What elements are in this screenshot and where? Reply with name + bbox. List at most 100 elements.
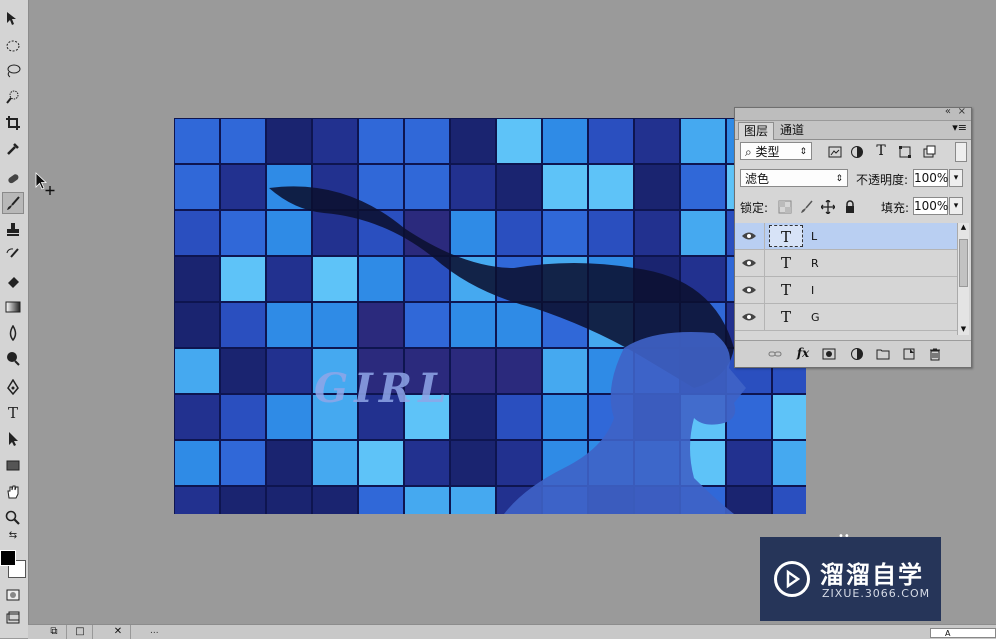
- move-tool-icon[interactable]: [2, 8, 24, 30]
- layer-name[interactable]: L: [811, 230, 817, 243]
- layer-name[interactable]: R: [811, 257, 819, 270]
- mosaic-tile: [267, 487, 311, 514]
- scroll-up-icon[interactable]: ▲: [958, 223, 969, 233]
- layer-row-r[interactable]: T R: [735, 250, 957, 277]
- layer-name[interactable]: G: [811, 311, 820, 324]
- mosaic-tile: [497, 349, 541, 393]
- tab-channels[interactable]: 通道: [775, 122, 809, 139]
- history-brush-tool-icon[interactable]: [2, 244, 24, 266]
- mosaic-tile: [589, 165, 633, 209]
- mosaic-tile: [267, 211, 311, 255]
- lock-transparent-icon[interactable]: [777, 199, 793, 215]
- layer-name[interactable]: I: [811, 284, 814, 297]
- lasso-tool-icon[interactable]: [2, 60, 24, 82]
- screen-mode-icon[interactable]: [2, 607, 24, 629]
- path-selection-tool-icon[interactable]: [2, 428, 24, 450]
- layers-scrollbar[interactable]: ▲ ▼: [957, 223, 969, 335]
- layer-row-g[interactable]: T G: [735, 304, 957, 331]
- zoom-tool-icon[interactable]: [2, 507, 24, 529]
- mosaic-tile: [267, 257, 311, 301]
- layer-row-l[interactable]: T L: [735, 223, 957, 250]
- filter-pixel-icon[interactable]: [827, 144, 843, 160]
- hand-tool-icon[interactable]: [2, 481, 24, 503]
- filter-kind-dropdown[interactable]: ⌕ 类型 ⇕: [740, 142, 812, 160]
- rectangle-tool-icon[interactable]: [2, 454, 24, 476]
- delete-layer-trash-icon[interactable]: [927, 346, 943, 362]
- filter-toggle-switch[interactable]: [955, 142, 967, 162]
- mosaic-tile: [175, 395, 219, 439]
- mosaic-tile: [359, 257, 403, 301]
- close-panel-icon[interactable]: ×: [958, 106, 966, 117]
- tab-layers[interactable]: 图层: [738, 122, 775, 140]
- scrollbar-thumb[interactable]: [959, 239, 968, 287]
- filter-smart-object-icon[interactable]: [921, 144, 937, 160]
- mosaic-tile: [267, 395, 311, 439]
- maximize-window-icon[interactable]: □: [68, 625, 93, 639]
- status-widget[interactable]: A: [930, 628, 996, 638]
- brush-tool-icon[interactable]: [2, 192, 24, 214]
- mosaic-tile: [543, 349, 587, 393]
- opacity-field[interactable]: 100%: [913, 169, 948, 187]
- clone-stamp-tool-icon[interactable]: [2, 218, 24, 240]
- blur-tool-icon[interactable]: [2, 322, 24, 344]
- document-canvas[interactable]: GIRL: [174, 118, 806, 514]
- mosaic-tile: [497, 303, 541, 347]
- new-adjustment-layer-icon[interactable]: [849, 346, 865, 362]
- blend-mode-value: 滤色: [745, 172, 770, 186]
- mosaic-tile: [221, 303, 265, 347]
- mosaic-tile: [267, 119, 311, 163]
- mosaic-tile: [451, 211, 495, 255]
- mosaic-tile: [313, 487, 357, 514]
- add-mask-icon[interactable]: [821, 346, 837, 362]
- dodge-tool-icon[interactable]: [2, 348, 24, 370]
- watermark-logo: 溜溜自学 ZIXUE.3066.COM: [760, 537, 941, 621]
- visibility-eye-icon[interactable]: [741, 256, 757, 270]
- crop-tool-icon[interactable]: [2, 112, 24, 134]
- fill-field[interactable]: 100%: [913, 197, 948, 215]
- scroll-down-icon[interactable]: ▼: [958, 325, 969, 335]
- collapse-panel-icon[interactable]: «: [945, 106, 951, 117]
- type-tool-icon[interactable]: T: [2, 402, 24, 424]
- restore-window-icon[interactable]: ⧉: [42, 625, 67, 639]
- lock-all-icon[interactable]: [842, 199, 858, 215]
- quick-selection-tool-icon[interactable]: [2, 86, 24, 108]
- pen-tool-icon[interactable]: [2, 376, 24, 398]
- mosaic-tile: [681, 165, 725, 209]
- filter-type-icon[interactable]: T: [873, 143, 889, 159]
- lock-image-pixels-icon[interactable]: [799, 199, 815, 215]
- mosaic-tile: [221, 441, 265, 485]
- new-layer-icon[interactable]: [901, 346, 917, 362]
- panel-titlebar[interactable]: « ×: [735, 106, 971, 121]
- lock-position-icon[interactable]: [820, 199, 836, 215]
- link-layers-icon[interactable]: [767, 346, 783, 362]
- panel-menu-icon[interactable]: ▾≡: [952, 121, 967, 134]
- foreground-color-swatch[interactable]: [0, 550, 16, 566]
- visibility-eye-icon[interactable]: [741, 310, 757, 324]
- opacity-dropdown-button[interactable]: ▾: [949, 169, 963, 187]
- layer-row-i[interactable]: T I: [735, 277, 957, 304]
- new-group-folder-icon[interactable]: [875, 346, 891, 362]
- close-window-icon[interactable]: ✕: [106, 625, 131, 639]
- fill-label: 填充:: [881, 201, 910, 215]
- layer-style-fx-button[interactable]: fx: [795, 345, 811, 361]
- swap-colors-icon[interactable]: ⇆: [2, 528, 24, 542]
- mosaic-tile: [313, 257, 357, 301]
- document-tab-label[interactable]: ...: [150, 626, 159, 636]
- visibility-eye-icon[interactable]: [741, 229, 757, 243]
- spot-healing-brush-tool-icon[interactable]: [2, 168, 24, 190]
- eraser-tool-icon[interactable]: [2, 270, 24, 292]
- quick-mask-icon[interactable]: [2, 584, 24, 606]
- filter-shape-icon[interactable]: [897, 144, 913, 160]
- mosaic-tile: [497, 165, 541, 209]
- visibility-eye-icon[interactable]: [741, 283, 757, 297]
- mosaic-tile: [359, 165, 403, 209]
- eyedropper-tool-icon[interactable]: [2, 138, 24, 160]
- blend-mode-dropdown[interactable]: 滤色 ⇕: [740, 169, 848, 187]
- elliptical-marquee-tool-icon[interactable]: [2, 35, 24, 57]
- gradient-tool-icon[interactable]: [2, 296, 24, 318]
- document-tabs-bar: ⧉ □ ✕ ...: [28, 624, 996, 639]
- fill-dropdown-button[interactable]: ▾: [949, 197, 963, 215]
- mosaic-tile: [773, 441, 806, 485]
- mosaic-tile: [175, 349, 219, 393]
- filter-adjustment-icon[interactable]: [849, 144, 865, 160]
